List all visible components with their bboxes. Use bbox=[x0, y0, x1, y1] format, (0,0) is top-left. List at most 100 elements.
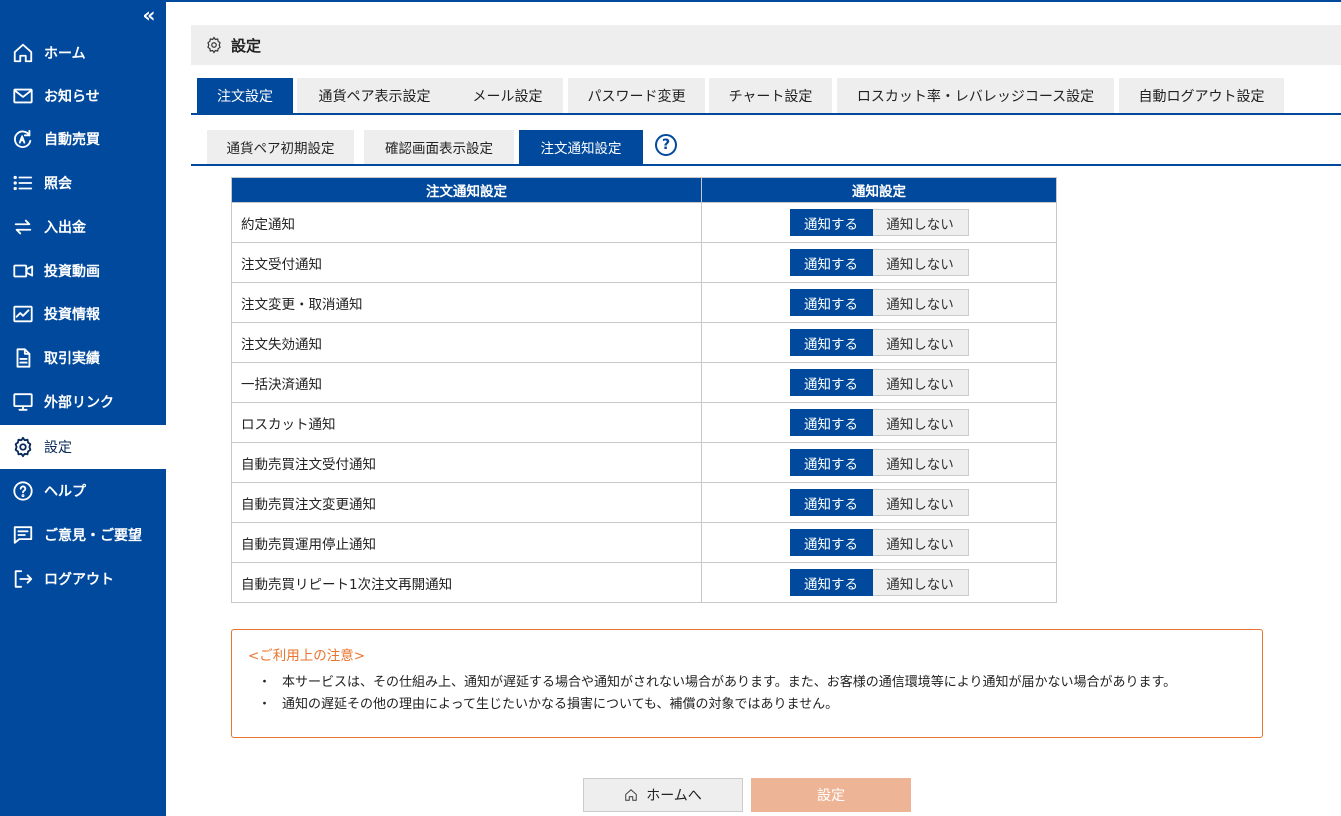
sidebar-item-4[interactable]: 入出金 bbox=[0, 205, 166, 249]
notify-off-button[interactable]: 通知しない bbox=[872, 249, 969, 276]
sidebar-item-7[interactable]: 取引実績 bbox=[0, 336, 166, 380]
document-icon bbox=[11, 346, 35, 370]
table-row: 注文受付通知 通知する 通知しない bbox=[231, 242, 1057, 283]
notify-on-button[interactable]: 通知する bbox=[789, 529, 873, 556]
table-row: 約定通知 通知する 通知しない bbox=[231, 202, 1057, 243]
notification-name: 一括決済通知 bbox=[231, 362, 702, 403]
auto-trade-icon bbox=[11, 127, 35, 151]
main-tabs: 注文設定 通貨ペア表示設定 メール設定 パスワード変更 チャート設定 ロスカット率・レバレ… bbox=[191, 78, 1341, 115]
notify-off-button[interactable]: 通知しない bbox=[872, 209, 969, 236]
tab-main-3[interactable]: パスワード変更 bbox=[568, 78, 705, 113]
notify-off-button[interactable]: 通知しない bbox=[872, 529, 969, 556]
notify-off-button[interactable]: 通知しない bbox=[872, 449, 969, 476]
notification-toggle-cell: 通知する 通知しない bbox=[701, 562, 1057, 603]
notification-name: 自動売買注文受付通知 bbox=[231, 442, 702, 483]
tab-main-4[interactable]: チャート設定 bbox=[709, 78, 832, 113]
sidebar-item-label: ご意見・ご要望 bbox=[44, 528, 142, 544]
sidebar-item-label: 照会 bbox=[44, 176, 72, 192]
tab-main-1[interactable]: 通貨ペア表示設定 bbox=[297, 78, 452, 113]
sidebar-item-label: ヘルプ bbox=[44, 484, 86, 500]
notice-title: <ご利用上の注意> bbox=[248, 648, 366, 664]
sidebar-item-9[interactable]: 設定 bbox=[0, 425, 166, 469]
table-header-notify: 通知設定 bbox=[701, 177, 1057, 203]
sidebar-item-label: ホーム bbox=[44, 46, 86, 62]
table-row: ロスカット通知 通知する 通知しない bbox=[231, 402, 1057, 443]
notification-toggle-cell: 通知する 通知しない bbox=[701, 402, 1057, 443]
notify-on-button[interactable]: 通知する bbox=[789, 489, 873, 516]
notify-on-button[interactable]: 通知する bbox=[789, 249, 873, 276]
notify-off-button[interactable]: 通知しない bbox=[872, 569, 969, 596]
sidebar-item-label: 自動売買 bbox=[44, 132, 100, 148]
notification-name: 自動売買運用停止通知 bbox=[231, 522, 702, 563]
table-row: 注文失効通知 通知する 通知しない bbox=[231, 322, 1057, 363]
sidebar-item-10[interactable]: ヘルプ bbox=[0, 469, 166, 513]
notification-name: 注文変更・取消通知 bbox=[231, 282, 702, 323]
table-row: 一括決済通知 通知する 通知しない bbox=[231, 362, 1057, 403]
sidebar-item-label: 取引実績 bbox=[44, 351, 100, 367]
tab-main-6[interactable]: 自動ログアウト設定 bbox=[1119, 78, 1284, 113]
notify-on-button[interactable]: 通知する bbox=[789, 409, 873, 436]
tab-sub-2[interactable]: 注文通知設定 bbox=[519, 130, 643, 164]
notify-on-button[interactable]: 通知する bbox=[789, 329, 873, 356]
sidebar-item-label: お知らせ bbox=[44, 89, 100, 105]
sidebar-item-6[interactable]: 投資情報 bbox=[0, 292, 166, 336]
tab-main-5[interactable]: ロスカット率・レバレッジコース設定 bbox=[837, 78, 1114, 113]
notification-name: 自動売買リピート1次注文再開通知 bbox=[231, 562, 702, 603]
notify-on-button[interactable]: 通知する bbox=[789, 369, 873, 396]
notification-toggle: 通知する 通知しない bbox=[789, 289, 969, 316]
gear-icon bbox=[11, 435, 35, 459]
notify-off-button[interactable]: 通知しない bbox=[872, 489, 969, 516]
submit-button[interactable]: 設定 bbox=[751, 778, 911, 812]
notification-toggle: 通知する 通知しない bbox=[789, 449, 969, 476]
top-border bbox=[166, 0, 1341, 2]
notify-on-button[interactable]: 通知する bbox=[789, 209, 873, 236]
chart-board-icon bbox=[11, 302, 35, 326]
tab-main-2[interactable]: メール設定 bbox=[452, 78, 563, 113]
collapse-sidebar-icon[interactable]: « bbox=[138, 4, 160, 26]
logout-icon bbox=[11, 567, 35, 591]
help-icon bbox=[11, 479, 35, 503]
notify-off-button[interactable]: 通知しない bbox=[872, 329, 969, 356]
page-header: 設定 bbox=[191, 25, 1341, 65]
notification-toggle: 通知する 通知しない bbox=[789, 409, 969, 436]
table-header-setting: 注文通知設定 bbox=[231, 177, 702, 203]
table-row: 自動売買運用停止通知 通知する 通知しない bbox=[231, 522, 1057, 563]
sidebar-item-12[interactable]: ログアウト bbox=[0, 557, 166, 601]
mail-icon bbox=[11, 84, 35, 108]
page-title: 設定 bbox=[231, 36, 262, 55]
home-button-label: ホームへ bbox=[646, 788, 702, 804]
sidebar-item-1[interactable]: お知らせ bbox=[0, 74, 166, 118]
notification-toggle: 通知する 通知しない bbox=[789, 329, 969, 356]
notification-toggle: 通知する 通知しない bbox=[789, 369, 969, 396]
sidebar-item-5[interactable]: 投資動画 bbox=[0, 249, 166, 293]
notify-on-button[interactable]: 通知する bbox=[789, 289, 873, 316]
sidebar-item-3[interactable]: 照会 bbox=[0, 161, 166, 205]
notify-off-button[interactable]: 通知しない bbox=[872, 409, 969, 436]
sidebar-item-label: 設定 bbox=[44, 440, 72, 456]
notify-on-button[interactable]: 通知する bbox=[789, 449, 873, 476]
notify-off-button[interactable]: 通知しない bbox=[872, 369, 969, 396]
monitor-icon bbox=[11, 390, 35, 414]
sidebar-item-11[interactable]: ご意見・ご要望 bbox=[0, 513, 166, 557]
tab-sub-0[interactable]: 通貨ペア初期設定 bbox=[207, 130, 354, 164]
help-icon[interactable]: ? bbox=[655, 134, 677, 156]
home-button[interactable]: ホームへ bbox=[583, 778, 743, 812]
notification-name: 注文受付通知 bbox=[231, 242, 702, 283]
notify-off-button[interactable]: 通知しない bbox=[872, 289, 969, 316]
sidebar-item-8[interactable]: 外部リンク bbox=[0, 380, 166, 424]
notification-toggle-cell: 通知する 通知しない bbox=[701, 242, 1057, 283]
tab-sub-1[interactable]: 確認画面表示設定 bbox=[364, 130, 514, 164]
notification-toggle-cell: 通知する 通知しない bbox=[701, 282, 1057, 323]
notify-on-button[interactable]: 通知する bbox=[789, 569, 873, 596]
notice-text: 本サービスは、その仕組み上、通知が遅延する場合や通知がされない場合があります。ま… bbox=[282, 675, 1177, 690]
sidebar-item-0[interactable]: ホーム bbox=[0, 31, 166, 75]
sidebar-item-label: ログアウト bbox=[44, 572, 114, 588]
video-icon bbox=[11, 259, 35, 283]
notification-name: ロスカット通知 bbox=[231, 402, 702, 443]
tab-main-0[interactable]: 注文設定 bbox=[197, 78, 293, 113]
home-icon bbox=[11, 41, 35, 65]
table-row: 自動売買注文変更通知 通知する 通知しない bbox=[231, 482, 1057, 523]
notification-toggle: 通知する 通知しない bbox=[789, 209, 969, 236]
sidebar-item-2[interactable]: 自動売買 bbox=[0, 117, 166, 161]
notification-toggle-cell: 通知する 通知しない bbox=[701, 482, 1057, 523]
